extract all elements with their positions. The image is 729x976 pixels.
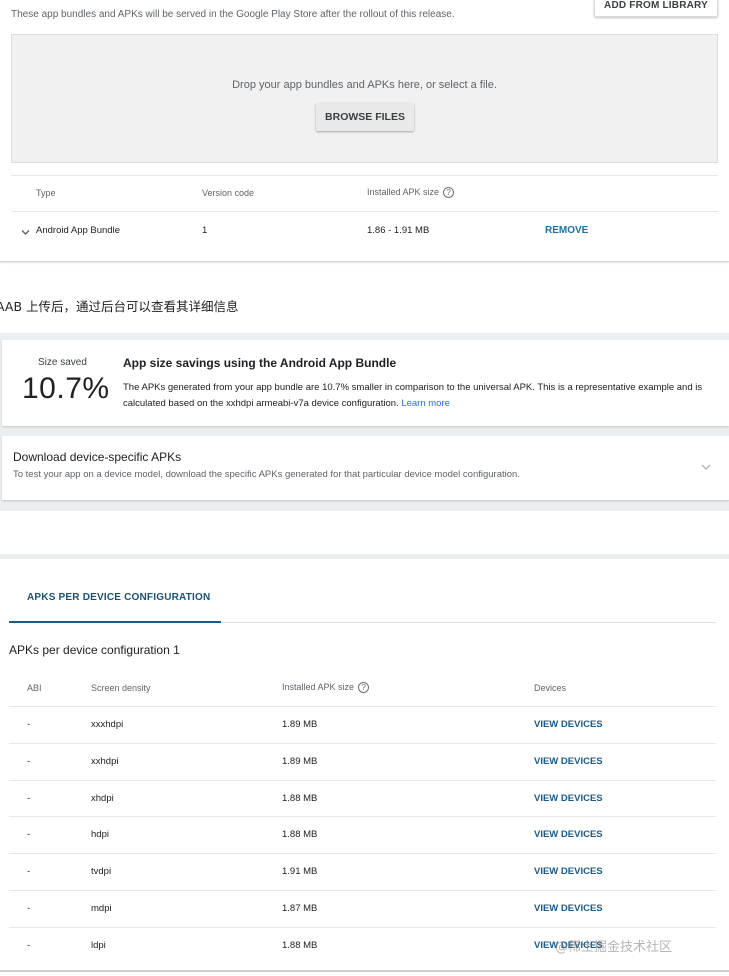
add-from-library-button[interactable]: ADD FROM LIBRARY	[594, 0, 718, 17]
abi-cell: -	[27, 755, 31, 767]
help-icon[interactable]: ?	[358, 682, 370, 694]
col-apk-size-header-label: Installed APK size	[282, 682, 355, 692]
apk-size-cell: 1.89 MB	[282, 755, 318, 767]
row-divider	[9, 779, 716, 781]
apk-size-cell: 1.91 MB	[282, 866, 318, 878]
caption-text: AAB 上传后，通过后台可以查看其详细信息	[0, 299, 239, 314]
abi-cell: -	[27, 719, 31, 730]
col-size-header-label: Installed APK size	[367, 187, 440, 197]
release-description: These app bundles and APKs will be serve…	[11, 9, 455, 20]
row-divider	[9, 853, 716, 855]
apk-size-cell: 1.89 MB	[282, 719, 318, 730]
release-card: These app bundles and APKs will be serve…	[0, 0, 729, 262]
dropzone-text: Drop your app bundles and APKs here, or …	[232, 79, 497, 91]
row-divider	[9, 706, 716, 707]
row-divider	[9, 816, 716, 818]
learn-more-link[interactable]: Learn more	[401, 398, 450, 409]
density-cell: xxxhdpi	[91, 719, 124, 730]
expand-chevron-icon[interactable]	[700, 460, 712, 472]
watermark: @稀土掘金技术社区	[555, 940, 673, 955]
view-devices-button[interactable]: VIEW DEVICES	[534, 866, 603, 877]
col-abi-header: ABI	[27, 683, 42, 693]
abi-cell: -	[27, 903, 31, 914]
abi-cell: -	[27, 792, 31, 804]
apk-size-cell: 1.87 MB	[282, 903, 318, 914]
col-version-header: Version code	[202, 188, 255, 198]
config-section-title: APKs per device configuration 1	[9, 643, 180, 657]
row-divider	[9, 926, 716, 928]
size-saved-value: 10.7%	[22, 372, 110, 405]
density-cell: hdpi	[91, 829, 109, 841]
view-devices-button[interactable]: VIEW DEVICES	[534, 829, 603, 840]
apk-size-cell: 1.88 MB	[282, 792, 318, 804]
view-devices-button[interactable]: VIEW DEVICES	[534, 793, 603, 804]
tab-apks-per-device[interactable]: APKS PER DEVICE CONFIGURATION	[27, 592, 210, 603]
density-cell: tvdpi	[91, 866, 112, 878]
col-type-header: Type	[36, 188, 56, 198]
density-cell: mdpi	[91, 903, 112, 914]
remove-bundle-button[interactable]: REMOVE	[545, 225, 588, 236]
active-tab-indicator	[9, 621, 221, 623]
abi-cell: -	[27, 829, 31, 841]
browse-files-button[interactable]: BROWSE FILES	[316, 103, 414, 131]
density-cell: xxhdpi	[91, 755, 119, 767]
col-apk-size-header: Installed APK size?	[282, 682, 370, 694]
row-divider	[9, 890, 716, 891]
download-apks-title: Download device-specific APKs	[13, 450, 182, 464]
savings-description: The APKs generated from your app bundle …	[123, 380, 713, 412]
file-dropzone[interactable]: Drop your app bundles and APKs here, or …	[11, 34, 718, 163]
apk-size-cell: 1.88 MB	[282, 829, 318, 841]
section-divider	[0, 554, 729, 559]
savings-title: App size savings using the Android App B…	[123, 356, 397, 370]
apk-size-cell: 1.88 MB	[282, 939, 318, 951]
chevron-down-icon[interactable]	[20, 225, 31, 236]
table-divider	[11, 175, 718, 176]
density-cell: ldpi	[91, 939, 106, 951]
size-saved-label: Size saved	[38, 357, 87, 368]
download-apks-card[interactable]	[2, 436, 729, 500]
col-density-header: Screen density	[91, 683, 151, 693]
download-apks-description: To test your app on a device model, down…	[13, 469, 520, 480]
help-icon[interactable]: ?	[443, 187, 455, 199]
col-devices-header: Devices	[534, 683, 567, 693]
abi-cell: -	[27, 866, 31, 878]
view-devices-button[interactable]: VIEW DEVICES	[534, 719, 603, 730]
col-size-header: Installed APK size?	[367, 187, 455, 199]
bundle-type: Android App Bundle	[36, 225, 120, 236]
page-bottom-border	[0, 970, 729, 972]
density-cell: xhdpi	[91, 792, 114, 804]
view-devices-button[interactable]: VIEW DEVICES	[534, 903, 603, 914]
abi-cell: -	[27, 939, 31, 951]
row-divider	[9, 742, 716, 744]
spacer	[0, 511, 729, 559]
bundle-size: 1.86 - 1.91 MB	[367, 225, 430, 236]
table-divider	[11, 211, 718, 212]
bundle-version-code: 1	[202, 225, 208, 236]
view-devices-button[interactable]: VIEW DEVICES	[534, 756, 603, 767]
